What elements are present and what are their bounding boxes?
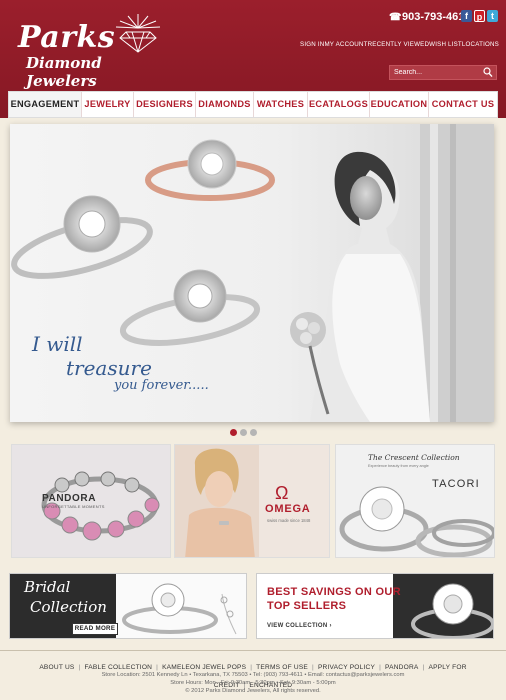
nav-ecatalogs[interactable]: ECATALOGS (308, 92, 370, 117)
account-links: SIGN IN MY ACCOUNT RECENTLY VIEWED WISH … (300, 40, 499, 50)
omega-logo-text: OMEGA (265, 503, 311, 515)
logo-text-parks: Parks (18, 20, 116, 55)
hero-script-line2: treasure (66, 356, 152, 380)
omega-tagline: swiss made since 1848 (267, 518, 311, 523)
pandora-tagline: UNFORGETTABLE MOMENTS (42, 504, 105, 509)
pinterest-icon[interactable]: p (474, 10, 485, 22)
nav-engagement[interactable]: ENGAGEMENT (9, 92, 82, 117)
savings-title-line1: BEST SAVINGS ON OUR (267, 586, 401, 598)
bridal-collection-banner[interactable]: Bridal Collection READ MORE (9, 573, 247, 639)
nav-watches[interactable]: WATCHES (254, 92, 308, 117)
footer-separator: | (250, 664, 253, 671)
footer-separator: | (312, 664, 314, 671)
search-box (389, 65, 497, 80)
footer-separator: | (156, 664, 159, 671)
logo-text-diamond-jewelers: Diamond Jewelers (26, 54, 102, 90)
nav-contact-us[interactable]: CONTACT US (429, 92, 497, 117)
bridal-title-line1: Bridal (24, 578, 71, 596)
best-savings-banner[interactable]: BEST SAVINGS ON OUR TOP SELLERS VIEW COL… (256, 573, 494, 639)
chevron-right-icon: › (329, 623, 332, 629)
phone-icon: ☎ (389, 12, 402, 23)
omega-symbol-icon: Ω (275, 483, 289, 503)
read-more-button[interactable]: READ MORE (72, 623, 118, 635)
tacori-promo[interactable]: The Crescent Collection Experience beaut… (335, 444, 495, 558)
sign-in-link[interactable]: SIGN IN (300, 40, 324, 50)
savings-title-line2: TOP SELLERS (267, 600, 347, 612)
facebook-icon[interactable]: f (461, 10, 472, 22)
tacori-logo-text: TACORI (432, 478, 480, 490)
tacori-tagline: Experience beauty from every angle (368, 464, 429, 468)
hero-slider[interactable]: I will treasure you forever..... (10, 124, 494, 422)
nav-designers[interactable]: DESIGNERS (134, 92, 196, 117)
nav-education[interactable]: EDUCATION (370, 92, 429, 117)
nav-diamonds[interactable]: DIAMONDS (196, 92, 254, 117)
pandora-promo[interactable]: PANDORA UNFORGETTABLE MOMENTS (11, 444, 171, 558)
hero-script-line1: I will (32, 332, 83, 356)
phone-number[interactable]: ☎903-793-4611 (389, 10, 470, 24)
footer-link-terms[interactable]: TERMS OF USE (256, 664, 308, 671)
slider-dot[interactable] (240, 429, 247, 436)
footer-link-fable-collection[interactable]: FABLE COLLECTION (84, 664, 152, 671)
search-icon[interactable] (483, 67, 493, 78)
footer-separator: | (422, 664, 425, 671)
footer-link-pandora[interactable]: PANDORA (385, 664, 419, 671)
main-nav: ENGAGEMENT JEWELRY DESIGNERS DIAMONDS WA… (8, 91, 498, 118)
footer-separator: | (379, 664, 382, 671)
wish-list-link[interactable]: WISH LIST (429, 40, 462, 50)
store-location: Store Location: 2501 Kennedy Ln • Texark… (101, 672, 405, 678)
tacori-collection-title: The Crescent Collection (368, 453, 460, 462)
site-logo[interactable]: Parks Diamond Jewelers (16, 14, 176, 90)
footer-link-about-us[interactable]: ABOUT US (39, 664, 74, 671)
footer-separator: | (78, 664, 81, 671)
store-hours: Store Hours: Mon - Fri: 9:30am - 5:30pm … (170, 680, 336, 686)
omega-model-image (175, 445, 329, 557)
footer-links: ABOUT US | FABLE COLLECTION | KAMELEON JEWEL… (0, 656, 506, 689)
copyright: © 2012 Parks Diamond Jewelers, All right… (185, 688, 321, 694)
twitter-icon[interactable]: t (487, 10, 498, 22)
social-links: f p t (461, 10, 498, 22)
diamond-logo-icon (115, 14, 161, 53)
recently-viewed-link[interactable]: RECENTLY VIEWED (368, 40, 430, 50)
search-input[interactable] (390, 66, 480, 79)
slider-dot[interactable] (250, 429, 257, 436)
phone-text: 903-793-4611 (402, 11, 470, 23)
view-collection-link[interactable]: VIEW COLLECTION › (267, 623, 332, 629)
footer-link-privacy[interactable]: PRIVACY POLICY (318, 664, 375, 671)
footer-divider (0, 650, 506, 651)
hero-script-line3: you forever..... (114, 378, 209, 393)
my-account-link[interactable]: MY ACCOUNT (324, 40, 367, 50)
slider-dots (230, 429, 257, 436)
locations-link[interactable]: LOCATIONS (462, 40, 499, 50)
omega-promo[interactable]: Ω OMEGA swiss made since 1848 (174, 444, 330, 558)
slider-dot[interactable] (230, 429, 237, 436)
bridal-title-line2: Collection (30, 598, 107, 616)
view-collection-label: VIEW COLLECTION (267, 623, 328, 629)
nav-jewelry[interactable]: JEWELRY (82, 92, 134, 117)
footer-link-kameleon[interactable]: KAMELEON JEWEL POPS (162, 664, 246, 671)
pandora-logo-text: PANDORA (42, 493, 97, 504)
